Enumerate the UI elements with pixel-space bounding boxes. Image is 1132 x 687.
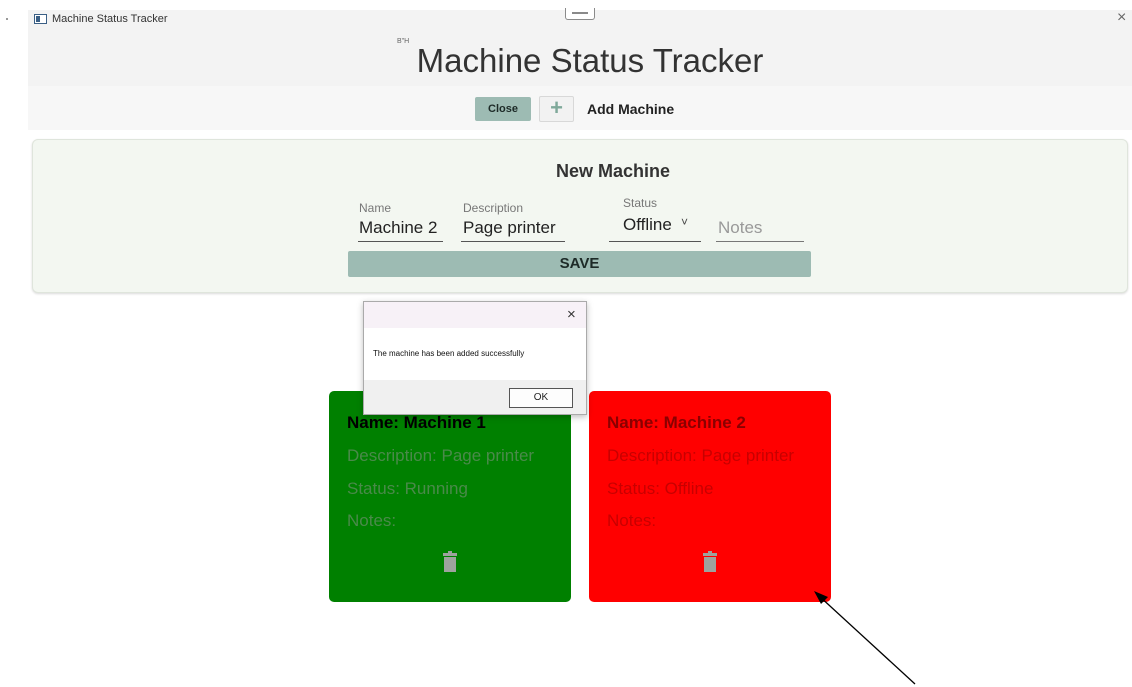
- name-field[interactable]: Name Machine 2: [358, 201, 443, 243]
- window-close-icon[interactable]: ×: [1117, 9, 1126, 27]
- page-title: Machine Status Tracker: [416, 42, 764, 79]
- success-dialog: × The machine has been added successfull…: [363, 301, 587, 415]
- stray-mark: [6, 18, 8, 20]
- close-button[interactable]: Close: [475, 97, 531, 121]
- trash-icon[interactable]: [443, 551, 457, 572]
- card-status: Status: Running: [347, 479, 468, 498]
- card-status: Status: Offline: [607, 479, 714, 498]
- description-label: Description: [463, 201, 524, 215]
- dialog-message: The machine has been added successfully: [373, 349, 525, 358]
- name-input[interactable]: Machine 2: [359, 218, 437, 238]
- card-notes: Notes:: [347, 511, 397, 530]
- trash-icon[interactable]: [703, 551, 717, 572]
- new-machine-panel: New Machine Name Machine 2 Description P…: [32, 139, 1128, 293]
- card-notes: Notes:: [607, 511, 657, 530]
- add-machine-label: Add Machine: [587, 101, 675, 117]
- notes-input[interactable]: Notes: [718, 218, 762, 238]
- add-machine-plus-button[interactable]: +: [539, 96, 574, 122]
- window-title: Machine Status Tracker: [52, 13, 168, 25]
- annotation-arrow: [814, 591, 916, 685]
- card-description: Description: Page printer: [347, 446, 535, 465]
- description-input[interactable]: Page printer: [463, 218, 556, 238]
- notes-underline: [716, 241, 804, 242]
- app-icon: [34, 14, 47, 24]
- status-dropdown[interactable]: Status Offline ˅: [609, 196, 701, 243]
- notes-field[interactable]: Notes: [716, 216, 804, 243]
- status-value[interactable]: Offline: [623, 215, 672, 235]
- dialog-title-bar: [364, 302, 586, 328]
- name-underline: [358, 241, 443, 242]
- card-name: Name: Machine 2: [607, 413, 746, 432]
- new-machine-heading: New Machine: [555, 161, 671, 181]
- toolbar: [28, 86, 1132, 130]
- description-underline: [461, 241, 565, 242]
- dialog-close-icon[interactable]: ×: [567, 306, 576, 323]
- machine-card: Name: Machine 2 Description: Page printe…: [589, 391, 831, 602]
- description-field[interactable]: Description Page printer: [461, 201, 565, 243]
- drag-handle-icon[interactable]: [565, 8, 595, 20]
- name-label: Name: [359, 201, 392, 215]
- card-description: Description: Page printer: [607, 446, 795, 465]
- ok-button[interactable]: OK: [509, 388, 573, 408]
- status-underline: [609, 241, 701, 242]
- machine-card: Name: Machine 1 Description: Page printe…: [329, 391, 571, 602]
- chevron-down-icon: ˅: [681, 215, 689, 229]
- card-name: Name: Machine 1: [347, 413, 486, 432]
- save-button[interactable]: SAVE: [348, 251, 811, 277]
- status-label: Status: [623, 196, 658, 210]
